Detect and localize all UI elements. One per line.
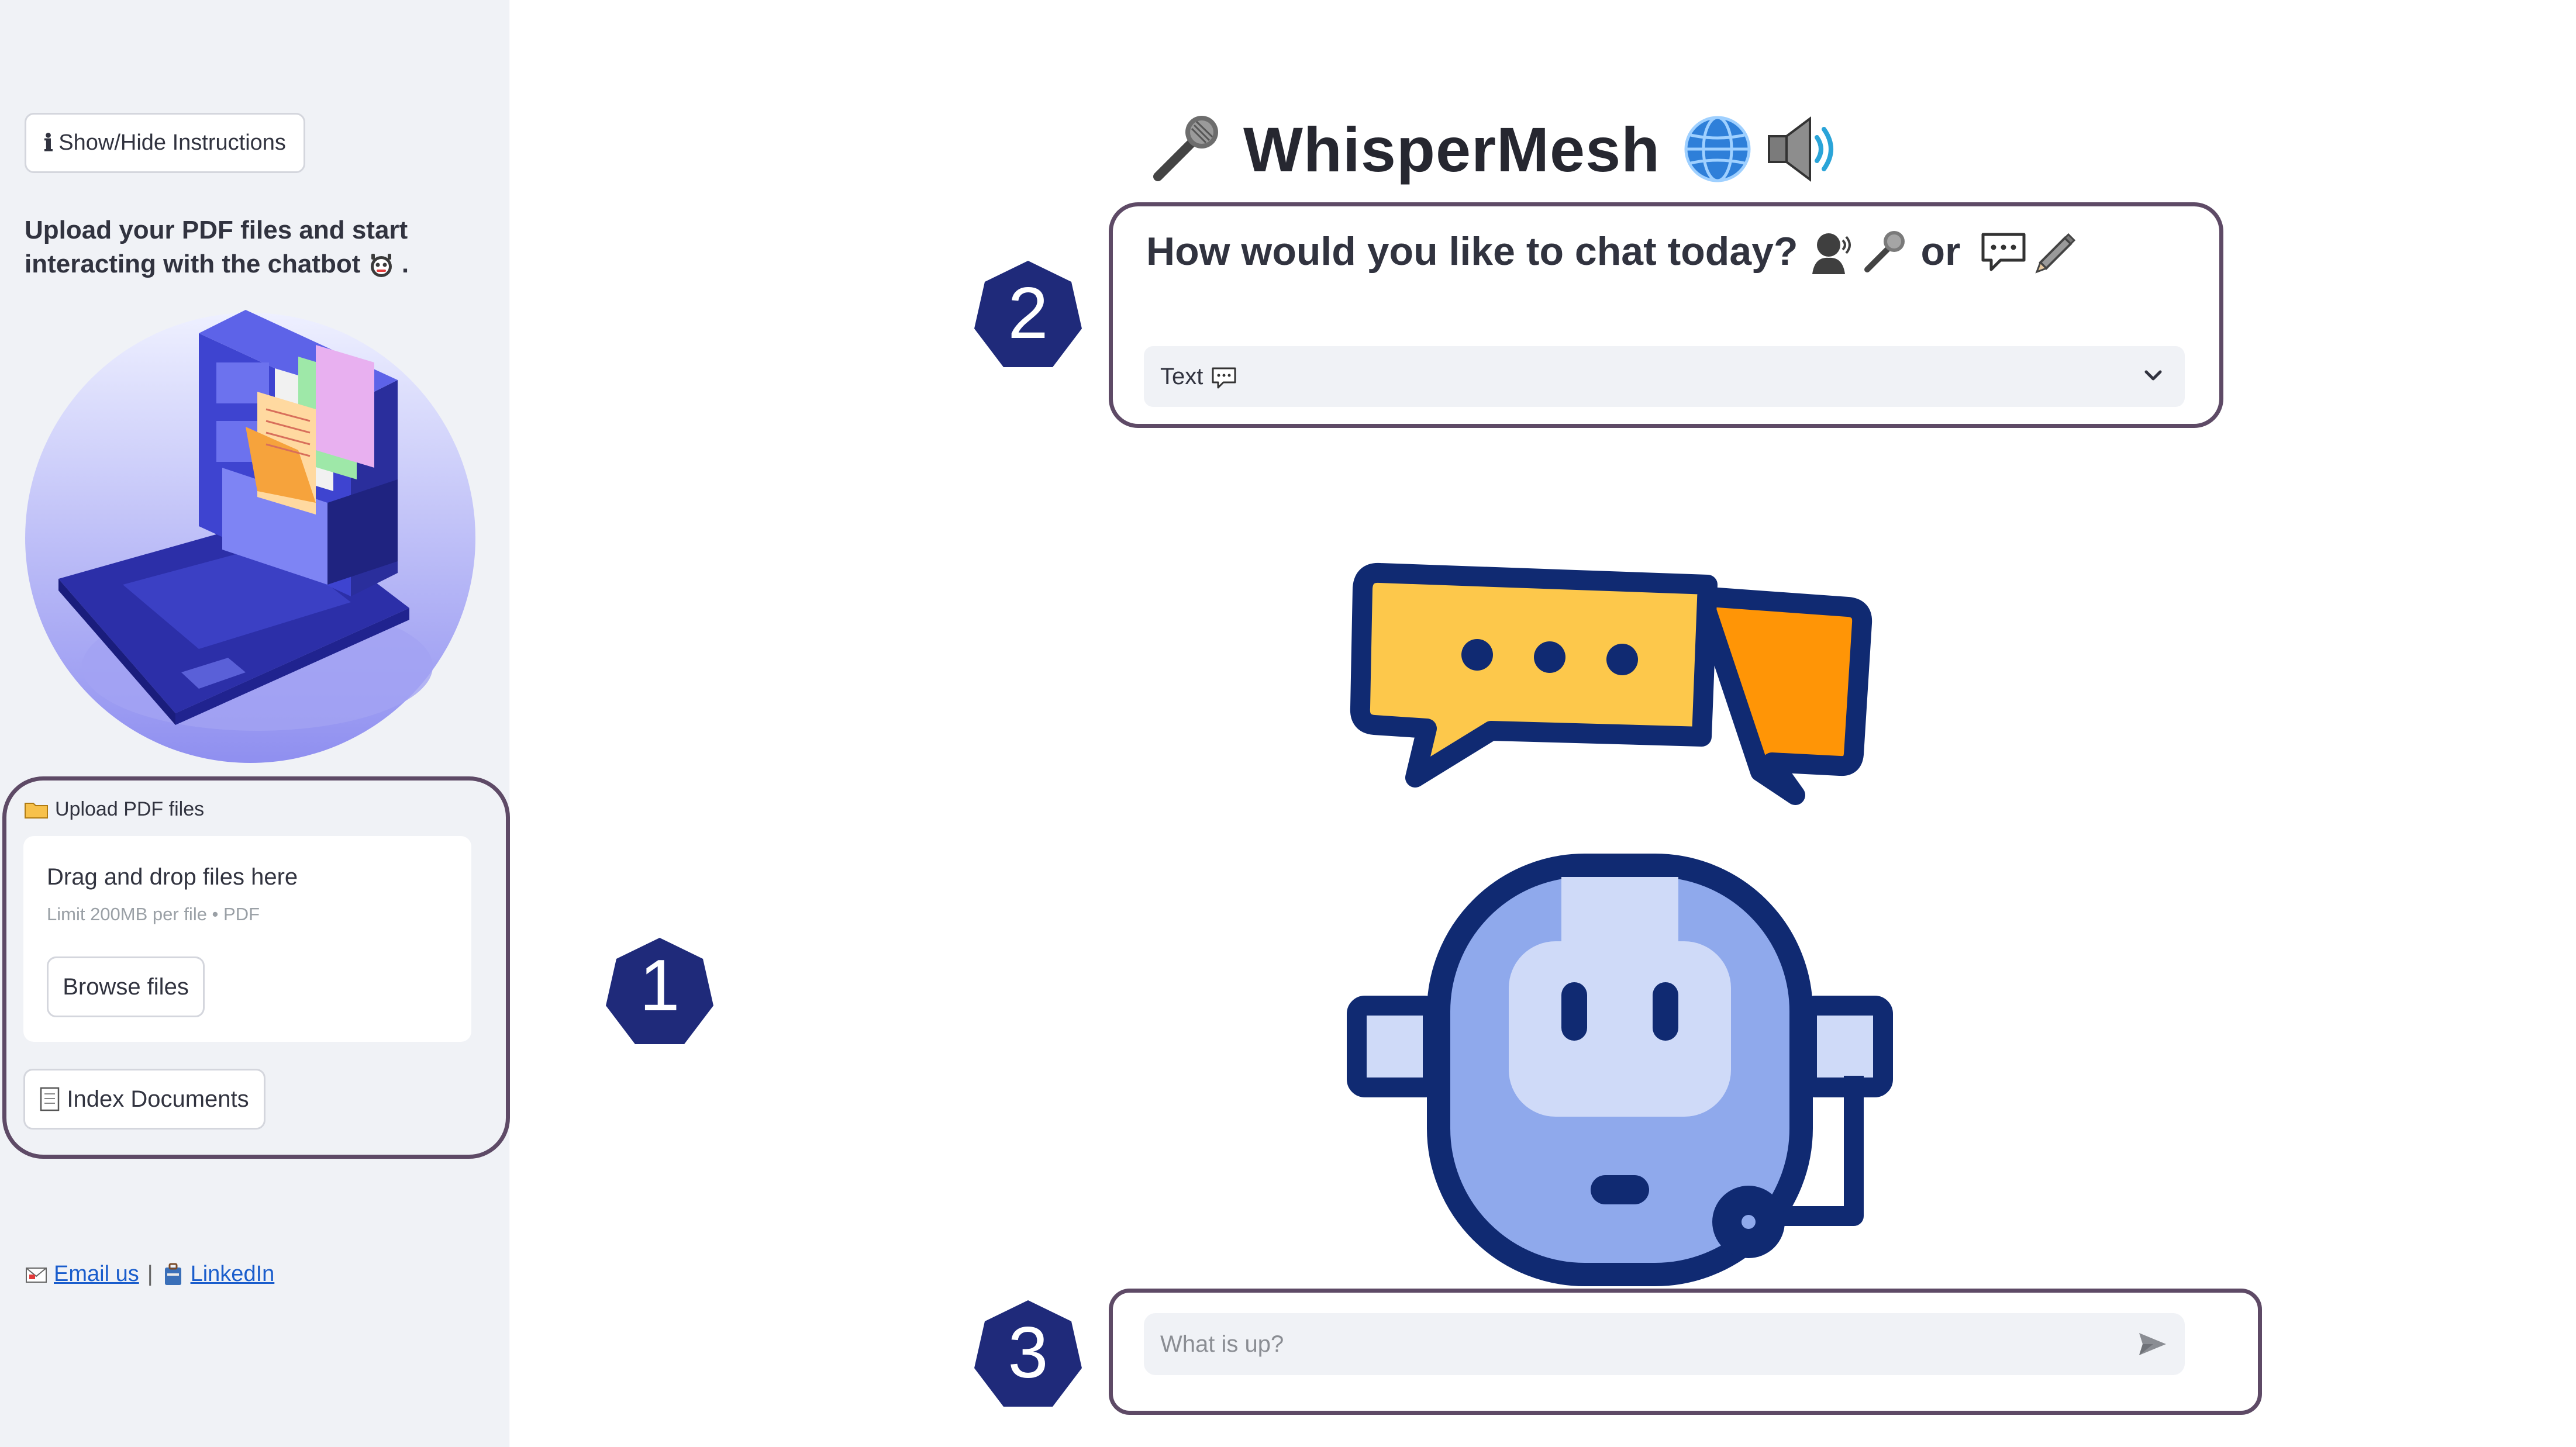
chevron-down-icon[interactable] [2143,367,2164,384]
speech-balloon-icon [1981,233,2025,271]
speech-balloon-icon [1212,367,1236,388]
email-us-link[interactable]: Email us [54,1262,139,1287]
sidebar: ℹ Show/Hide Instructions Upload your PDF… [0,0,510,1447]
show-hide-instructions-label: Show/Hide Instructions [58,130,286,155]
links-separator: | [147,1262,153,1286]
robot-emoji-icon [370,254,392,278]
chat-mode-question: How would you like to chat today? or [1146,222,2080,281]
marker-2: 2 [974,261,1082,367]
contact-links: Email us | LinkedIn [25,1262,274,1287]
dropzone-limit: Limit 200MB per file • PDF [47,904,260,924]
speaking-head-icon [1812,233,1851,274]
send-icon[interactable] [2137,1331,2168,1358]
intro-text: Upload your PDF files and start interact… [25,213,469,281]
chat-mode-selected-text: Text [1160,364,1203,389]
marker-3-label: 3 [1008,1313,1049,1393]
or-word: or [1920,229,1961,274]
intro-suffix: . [401,250,409,278]
marker-1: 1 [606,938,713,1044]
laptop-folder-illustration [25,310,475,763]
chat-mode-select[interactable]: Text [1144,346,2185,407]
browse-files-button[interactable]: Browse files [47,956,205,1017]
chat-input[interactable] [1144,1313,2185,1375]
intro-text-body: Upload your PDF files and start interact… [25,216,408,278]
info-icon: ℹ [44,130,53,156]
document-icon [40,1087,60,1111]
speaker-icon [1768,116,1833,182]
chatbot-robot-illustration [1347,562,1893,1286]
upload-pdf-label: Upload PDF files [25,798,204,821]
globe-icon [1684,116,1751,182]
marker-3: 3 [974,1300,1082,1407]
microphone-icon [1153,116,1218,181]
chat-mode-question-text: How would you like to chat today? [1146,229,1798,274]
email-icon [26,1267,47,1283]
microphone-icon [1864,231,1905,272]
index-documents-label: Index Documents [67,1086,249,1112]
dropzone-title: Drag and drop files here [47,864,298,890]
linkedin-icon [164,1263,181,1285]
chat-mode-selected: Text [1160,364,1237,390]
folder-icon [25,802,48,819]
file-dropzone[interactable]: Drag and drop files here Limit 200MB per… [23,836,471,1042]
pencil-icon [2034,233,2075,274]
upload-pdf-label-text: Upload PDF files [55,798,205,820]
marker-1-label: 1 [640,945,680,1026]
app-title-row: WhisperMesh [1146,105,1843,193]
linkedin-link[interactable]: LinkedIn [191,1262,275,1287]
index-documents-button[interactable]: Index Documents [23,1069,265,1130]
show-hide-instructions-button[interactable]: ℹ Show/Hide Instructions [25,113,305,173]
app-title: WhisperMesh [1243,113,1661,185]
marker-2-label: 2 [1008,273,1049,354]
